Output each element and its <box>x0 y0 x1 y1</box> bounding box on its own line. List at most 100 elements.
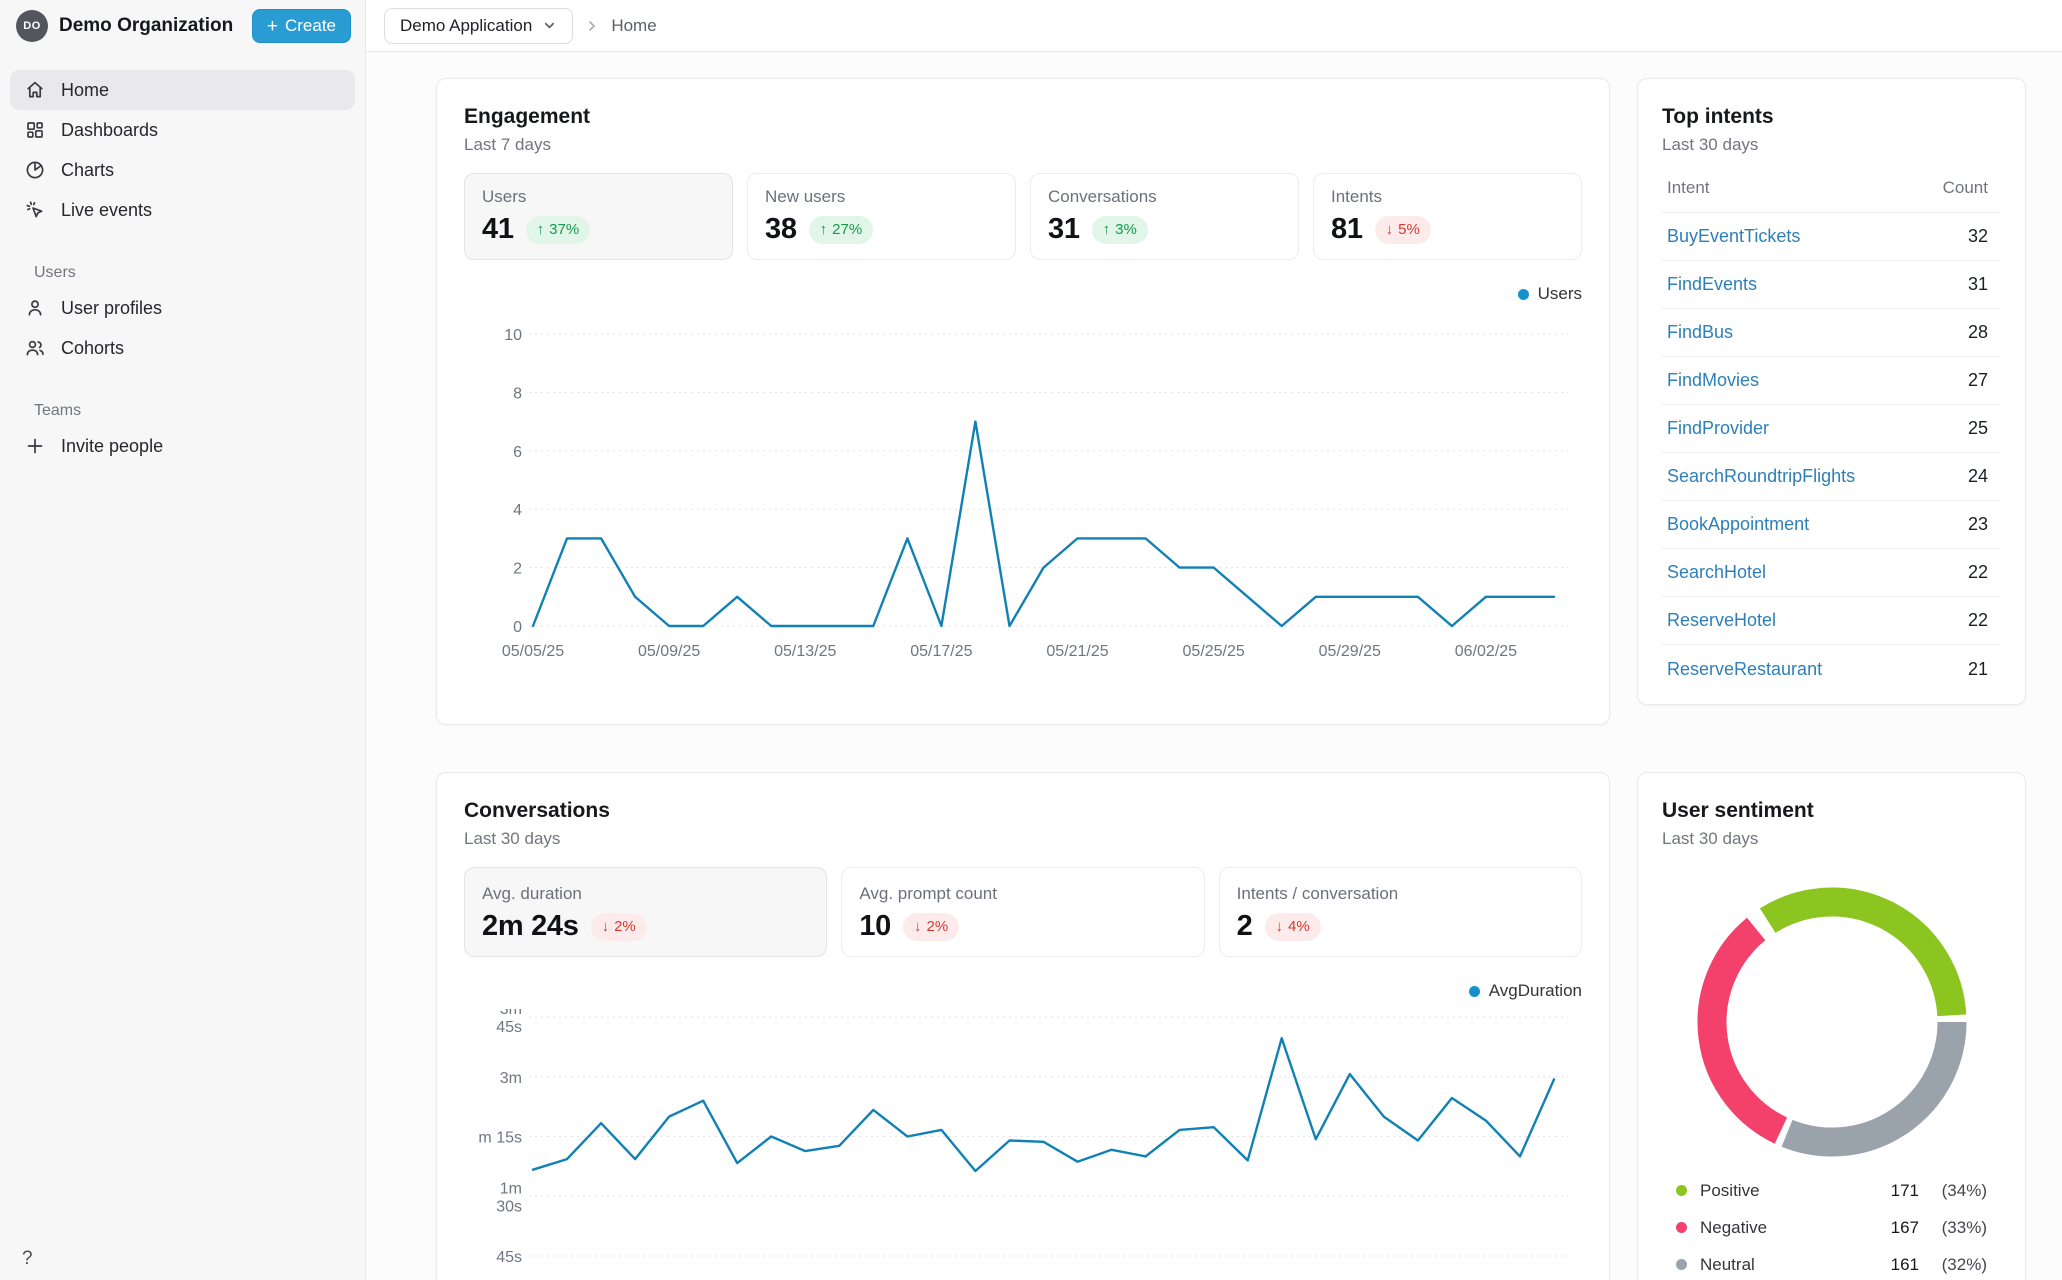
chevron-down-icon <box>542 18 557 33</box>
content: Engagement Last 7 days Users 41 ↑37% New… <box>366 52 2062 1280</box>
app-selector-label: Demo Application <box>400 16 532 36</box>
help-button[interactable]: ? <box>22 1248 33 1270</box>
sidebar-item-invite-people[interactable]: Invite people <box>10 426 355 466</box>
intent-link[interactable]: FindBus <box>1667 322 1733 343</box>
create-button-label: Create <box>285 16 336 36</box>
dashboards-icon <box>24 119 46 141</box>
topbar: Demo Application Home <box>366 0 2062 52</box>
intent-link[interactable]: ReserveHotel <box>1667 610 1776 631</box>
delta-badge: ↑37% <box>526 216 591 244</box>
sidebar-item-label: Charts <box>61 160 114 181</box>
delta-badge: ↓2% <box>591 913 647 941</box>
pie-chart-icon <box>24 159 46 181</box>
table-row: FindBus 28 <box>1662 309 2001 357</box>
users-group-icon <box>24 337 46 359</box>
intent-count: 31 <box>1968 274 1996 295</box>
intent-count: 24 <box>1968 466 1996 487</box>
table-row: SearchRoundtripFlights 24 <box>1662 453 2001 501</box>
stat-tile-users[interactable]: Users 41 ↑37% <box>464 173 733 260</box>
legend-item-users[interactable]: Users <box>1518 284 1582 304</box>
delta-badge: ↑3% <box>1092 216 1148 244</box>
intent-link[interactable]: FindMovies <box>1667 370 1759 391</box>
svg-text:6: 6 <box>513 444 522 461</box>
stat-tile-intents[interactable]: Intents 81 ↓5% <box>1313 173 1582 260</box>
svg-text:05/29/25: 05/29/25 <box>1319 643 1381 660</box>
trend-arrow-icon: ↑ <box>1103 221 1111 238</box>
sidebar-section-teams: Teams <box>34 402 355 420</box>
sidebar-item-label: Home <box>61 80 109 101</box>
table-row: ReserveRestaurant 21 <box>1662 645 2001 693</box>
intent-count: 28 <box>1968 322 1996 343</box>
sentiment-legend: Positive 171 (34%) Negative 167 (33%) <box>1662 1172 2001 1280</box>
intent-count: 25 <box>1968 418 1996 439</box>
engagement-chart: 108642005/05/2505/09/2505/13/2505/17/250… <box>464 322 1584 670</box>
intent-link[interactable]: FindProvider <box>1667 418 1769 439</box>
intent-link[interactable]: BuyEventTickets <box>1667 226 1800 247</box>
svg-text:3m: 3m <box>500 1070 522 1087</box>
intent-count: 23 <box>1968 514 1996 535</box>
intent-link[interactable]: BookAppointment <box>1667 514 1809 535</box>
svg-text:3m45s: 3m45s <box>496 1009 522 1036</box>
sidebar-section-users: Users <box>34 264 355 282</box>
sidebar-item-dashboards[interactable]: Dashboards <box>10 110 355 150</box>
breadcrumb-current: Home <box>611 16 656 36</box>
table-row: FindEvents 31 <box>1662 261 2001 309</box>
sidebar-item-user-profiles[interactable]: User profiles <box>10 288 355 328</box>
sidebar: DO Demo Organization + Create Home Dashb… <box>0 0 366 1280</box>
create-button[interactable]: + Create <box>252 9 351 43</box>
legend-item-avgduration[interactable]: AvgDuration <box>1469 981 1582 1001</box>
sentiment-title: User sentiment <box>1662 798 2001 824</box>
intent-count: 27 <box>1968 370 1996 391</box>
svg-text:10: 10 <box>504 327 522 344</box>
svg-text:05/09/25: 05/09/25 <box>638 643 700 660</box>
trend-arrow-icon: ↓ <box>1276 918 1284 935</box>
sidebar-item-cohorts[interactable]: Cohorts <box>10 328 355 368</box>
sidebar-item-label: Cohorts <box>61 338 124 359</box>
user-icon <box>24 297 46 319</box>
stat-tile-new-users[interactable]: New users 38 ↑27% <box>747 173 1016 260</box>
intent-count: 21 <box>1968 659 1996 680</box>
intents-table-body: BuyEventTickets32FindEvents31FindBus28Fi… <box>1662 213 2001 693</box>
legend-item-negative: Negative 167 (33%) <box>1662 1209 2001 1246</box>
app-selector[interactable]: Demo Application <box>384 8 573 44</box>
org-row: DO Demo Organization + Create <box>0 0 365 52</box>
table-row: FindMovies 27 <box>1662 357 2001 405</box>
sidebar-item-label: Live events <box>61 200 152 221</box>
conversations-stats: Avg. duration 2m 24s ↓2% Avg. prompt cou… <box>464 867 1582 957</box>
legend-item-positive: Positive 171 (34%) <box>1662 1172 2001 1209</box>
intent-count: 22 <box>1968 562 1996 583</box>
conversations-card: Conversations Last 30 days Avg. duration… <box>436 772 1610 1280</box>
intent-link[interactable]: FindEvents <box>1667 274 1757 295</box>
delta-badge: ↓4% <box>1265 913 1321 941</box>
svg-text:2: 2 <box>513 561 522 578</box>
stat-tile-intents-per-conversation[interactable]: Intents / conversation 2 ↓4% <box>1219 867 1582 957</box>
svg-text:05/25/25: 05/25/25 <box>1183 643 1245 660</box>
cursor-click-icon <box>24 199 46 221</box>
intent-link[interactable]: SearchRoundtripFlights <box>1667 466 1855 487</box>
stat-tile-conversations[interactable]: Conversations 31 ↑3% <box>1030 173 1299 260</box>
trend-arrow-icon: ↓ <box>1386 221 1394 238</box>
stat-tile-avg-duration[interactable]: Avg. duration 2m 24s ↓2% <box>464 867 827 957</box>
engagement-card: Engagement Last 7 days Users 41 ↑37% New… <box>436 78 1610 725</box>
main-area: Demo Application Home Engagement Last 7 … <box>366 0 2062 1280</box>
sidebar-item-label: Dashboards <box>61 120 158 141</box>
conversations-title: Conversations <box>464 798 1582 824</box>
chevron-right-icon <box>585 19 599 33</box>
table-header: Intent Count <box>1662 178 2001 213</box>
sidebar-item-label: User profiles <box>61 298 162 319</box>
intent-link[interactable]: ReserveRestaurant <box>1667 659 1822 680</box>
org-avatar[interactable]: DO <box>16 10 48 42</box>
sidebar-item-charts[interactable]: Charts <box>10 150 355 190</box>
sidebar-item-live-events[interactable]: Live events <box>10 190 355 230</box>
engagement-subtitle: Last 7 days <box>464 134 1582 156</box>
table-row: FindProvider 25 <box>1662 405 2001 453</box>
stat-tile-avg-prompt-count[interactable]: Avg. prompt count 10 ↓2% <box>841 867 1204 957</box>
legend-dot <box>1469 986 1480 997</box>
sidebar-item-home[interactable]: Home <box>10 70 355 110</box>
intent-link[interactable]: SearchHotel <box>1667 562 1766 583</box>
engagement-stats: Users 41 ↑37% New users 38 ↑27% Conversa… <box>464 173 1582 260</box>
legend-dot <box>1518 289 1529 300</box>
app-root: DO Demo Organization + Create Home Dashb… <box>0 0 2062 1280</box>
svg-text:0: 0 <box>513 619 522 636</box>
svg-text:8: 8 <box>513 385 522 402</box>
